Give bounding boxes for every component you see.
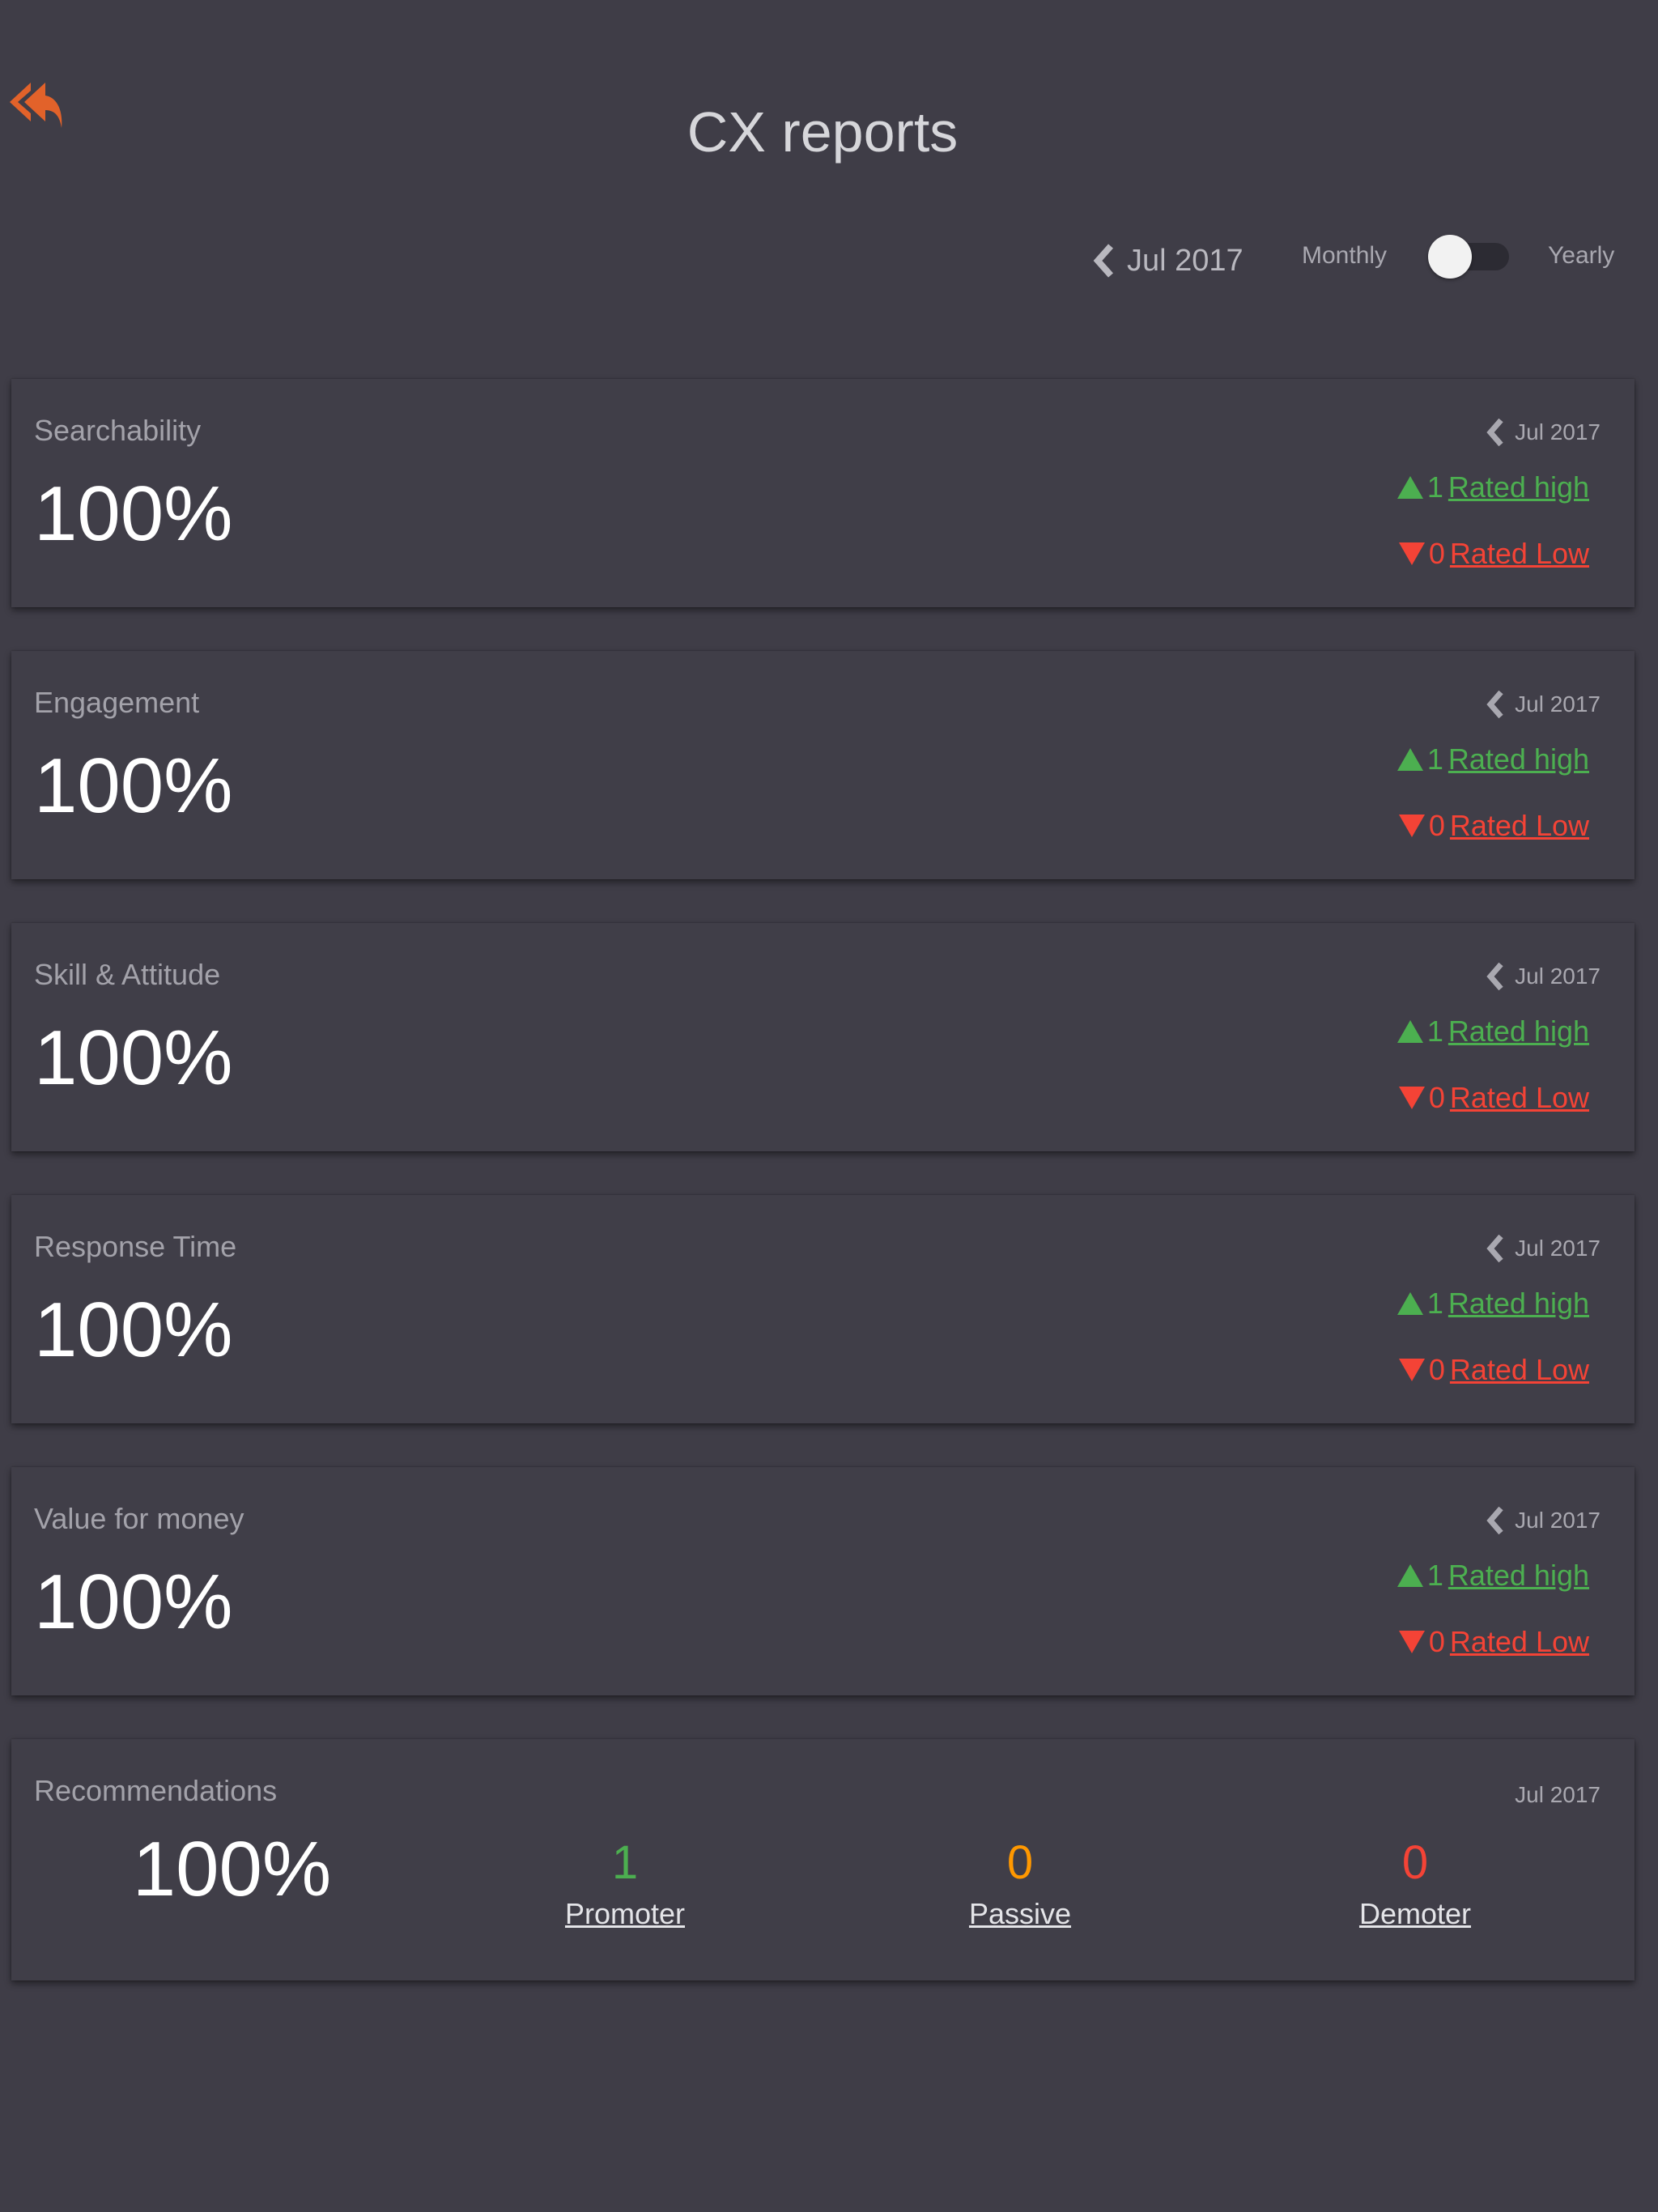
rated-high: 1 Rated high [1397,1286,1589,1321]
card-title: Response Time [34,1230,237,1263]
promoter-link[interactable]: Promoter [520,1896,730,1932]
rated-high: 1 Rated high [1397,742,1589,777]
triangle-down-icon [1398,1359,1425,1381]
card-period-label: Jul 2017 [1515,963,1601,989]
rated-high-link[interactable]: Rated high [1448,1559,1589,1593]
triangle-up-icon [1397,476,1423,499]
card-period-previous-button[interactable]: Jul 2017 [1486,1232,1601,1265]
rated-high-count: 1 [1426,742,1443,776]
rated-low-count: 0 [1428,809,1445,842]
triangle-up-icon [1397,1292,1423,1315]
triangle-down-icon [1398,1087,1425,1109]
card-value: 100% [34,1559,233,1645]
rated-low-count: 0 [1428,537,1445,570]
card-title: Skill & Attitude [34,958,221,991]
card-title: Value for money [34,1502,244,1535]
period-previous-button[interactable]: Jul 2017 [1093,236,1244,285]
card-title: Recommendations [34,1774,278,1807]
card-period-label: Jul 2017 [1515,1508,1601,1533]
rated-low-link[interactable]: Rated Low [1450,1353,1589,1387]
metric-card-value-for-money: Value for money 100% Jul 2017 1 Rated hi… [11,1467,1635,1695]
rated-high-link[interactable]: Rated high [1448,470,1589,504]
metric-card-searchability: Searchability 100% Jul 2017 1 Rated high… [11,379,1635,607]
toggle-monthly-label: Monthly [1302,242,1388,269]
toggle-knob [1428,235,1472,279]
chevron-left-icon [1486,1234,1503,1263]
card-period-label: Jul 2017 [1515,691,1601,717]
rated-low-count: 0 [1428,1353,1445,1386]
rated-high-link[interactable]: Rated high [1448,742,1589,776]
rated-low-link[interactable]: Rated Low [1450,809,1589,843]
rated-low: 0 Rated Low [1398,1352,1589,1388]
recommendations-value: 100% [132,1826,332,1912]
passive-count: 0 [1006,1836,1034,1889]
rated-low: 0 Rated Low [1398,1080,1589,1116]
rated-high-count: 1 [1426,1015,1443,1048]
card-value: 100% [34,1287,233,1373]
rated-low-link[interactable]: Rated Low [1450,1081,1589,1115]
card-period-previous-button[interactable]: Jul 2017 [1486,416,1601,449]
rated-low: 0 Rated Low [1398,808,1589,844]
metric-card-skill-attitude: Skill & Attitude 100% Jul 2017 1 Rated h… [11,923,1635,1151]
rated-high: 1 Rated high [1397,1014,1589,1049]
period-label: Jul 2017 [1127,243,1244,278]
triangle-up-icon [1397,1564,1423,1587]
rated-high-count: 1 [1426,470,1443,504]
rated-low-link[interactable]: Rated Low [1450,1625,1589,1659]
triangle-down-icon [1398,815,1425,837]
card-period-label: Jul 2017 [1515,1782,1601,1807]
card-value: 100% [34,1015,233,1101]
triangle-down-icon [1398,1631,1425,1653]
demoter-link[interactable]: Demoter [1310,1896,1520,1932]
page-title: CX reports [687,100,959,164]
rated-high-count: 1 [1426,1559,1443,1592]
metric-card-response-time: Response Time 100% Jul 2017 1 Rated high… [11,1195,1635,1423]
rated-high-link[interactable]: Rated high [1448,1287,1589,1321]
card-value: 100% [34,742,233,829]
card-title: Engagement [34,686,200,719]
rated-low: 0 Rated Low [1398,1624,1589,1660]
rated-high-link[interactable]: Rated high [1448,1015,1589,1049]
passive-stat: 0 Passive [915,1835,1125,1932]
card-period-label: Jul 2017 [1515,419,1601,445]
triangle-up-icon [1397,1020,1423,1043]
chevron-left-icon [1486,962,1503,991]
card-period-label: Jul 2017 [1515,1236,1601,1261]
promoter-count: 1 [611,1836,639,1889]
chevron-left-icon [1486,1506,1503,1535]
chevron-left-icon [1486,690,1503,719]
rated-low-count: 0 [1428,1625,1445,1658]
rated-low-link[interactable]: Rated Low [1450,537,1589,571]
demoter-stat: 0 Demoter [1310,1835,1520,1932]
triangle-up-icon [1397,748,1423,771]
recommendations-card: Recommendations Jul 2017 100% 1 Promoter… [11,1739,1635,1980]
rated-high: 1 Rated high [1397,1558,1589,1593]
toggle-yearly-label: Yearly [1548,242,1615,269]
monthly-yearly-toggle[interactable] [1428,235,1509,279]
rated-low: 0 Rated Low [1398,536,1589,572]
card-period-previous-button[interactable]: Jul 2017 [1486,960,1601,993]
card-value: 100% [34,470,233,557]
chevron-left-icon [1486,418,1503,447]
card-title: Searchability [34,414,202,447]
passive-link[interactable]: Passive [915,1896,1125,1932]
triangle-down-icon [1398,542,1425,565]
rated-low-count: 0 [1428,1081,1445,1114]
chevron-left-icon [1093,244,1113,278]
promoter-stat: 1 Promoter [520,1835,730,1932]
rated-high: 1 Rated high [1397,470,1589,505]
metric-card-engagement: Engagement 100% Jul 2017 1 Rated high 0 … [11,651,1635,879]
demoter-count: 0 [1401,1836,1429,1889]
rated-high-count: 1 [1426,1287,1443,1320]
card-period-previous-button[interactable]: Jul 2017 [1486,1504,1601,1537]
card-period-previous-button[interactable]: Jul 2017 [1486,688,1601,721]
